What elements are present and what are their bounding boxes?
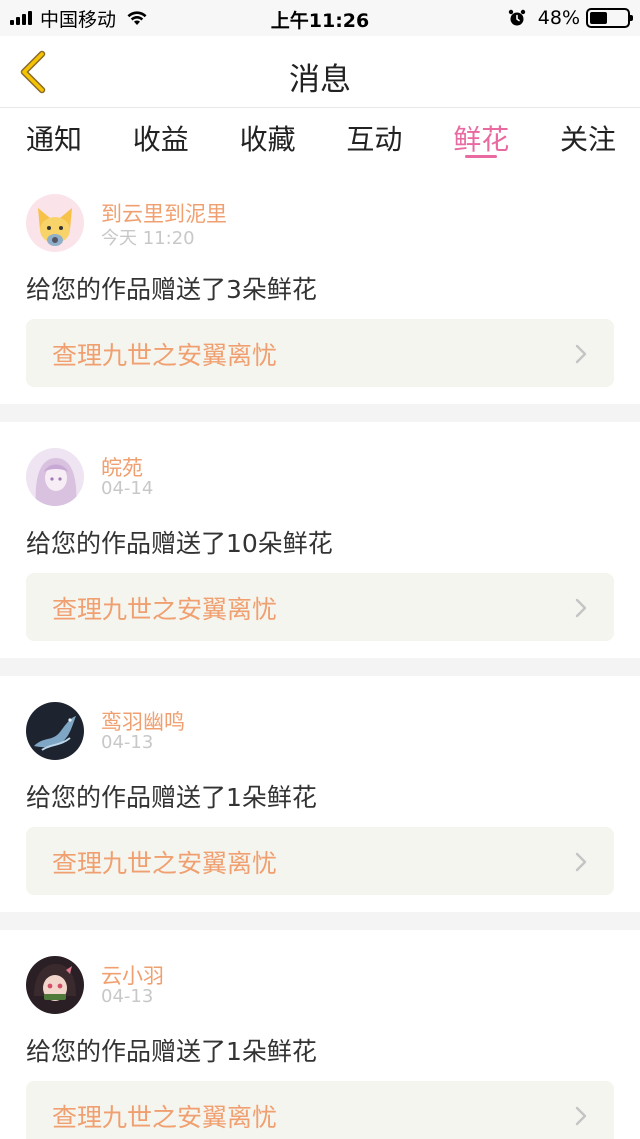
- avatar[interactable]: [26, 448, 84, 506]
- tab-bar: 通知 收益 收藏 互动 鲜花 关注: [0, 108, 640, 168]
- back-chevron-icon: [20, 50, 46, 94]
- tab-label: 互动: [346, 123, 403, 156]
- flower-message-list: 到云里到泥里 今天 11:20 给您的作品赠送了3朵鲜花 查理九世之安翼离忧 皖…: [0, 168, 640, 1139]
- gift-message: 给您的作品赠送了3朵鲜花: [26, 275, 317, 304]
- divider: [0, 912, 640, 930]
- list-item: 云小羽 04-13 给您的作品赠送了1朵鲜花 查理九世之安翼离忧: [0, 930, 640, 1139]
- work-title: 查理九世之安翼离忧: [52, 595, 278, 624]
- fox-avatar-icon: [26, 194, 84, 252]
- gift-message: 给您的作品赠送了1朵鲜花: [26, 783, 317, 812]
- divider: [0, 658, 640, 676]
- battery-icon: [586, 8, 633, 28]
- timestamp: 04-14: [101, 478, 154, 499]
- anime-character-avatar-icon: [26, 956, 84, 1014]
- work-link[interactable]: 查理九世之安翼离忧: [26, 319, 614, 387]
- chevron-right-icon: [575, 344, 587, 364]
- nav-bar: 消息: [0, 36, 640, 108]
- status-bar: 中国移动 上午11:26 48%: [0, 0, 640, 36]
- back-button[interactable]: [14, 50, 54, 94]
- chevron-right-icon: [575, 598, 587, 618]
- list-item: 鸾羽幽鸣 04-13 给您的作品赠送了1朵鲜花 查理九世之安翼离忧: [0, 676, 640, 912]
- gift-message: 给您的作品赠送了10朵鲜花: [26, 529, 333, 558]
- tab-label: 通知: [26, 123, 83, 156]
- timestamp: 04-13: [101, 986, 154, 1007]
- divider: [0, 404, 640, 422]
- tab-flowers[interactable]: 鲜花: [453, 108, 509, 168]
- tab-label: 关注: [559, 123, 616, 156]
- timestamp: 04-13: [101, 732, 154, 753]
- work-title: 查理九世之安翼离忧: [52, 341, 278, 370]
- tab-label: 鲜花: [453, 123, 510, 156]
- work-title: 查理九世之安翼离忧: [52, 849, 278, 878]
- dark-bird-avatar-icon: [26, 702, 84, 760]
- page-title: 消息: [289, 62, 351, 98]
- chevron-right-icon: [575, 1106, 587, 1126]
- anime-girl-avatar-icon: [26, 448, 84, 506]
- tab-earnings[interactable]: 收益: [133, 108, 189, 168]
- work-title: 查理九世之安翼离忧: [52, 1103, 278, 1132]
- work-link[interactable]: 查理九世之安翼离忧: [26, 827, 614, 895]
- work-link[interactable]: 查理九世之安翼离忧: [26, 573, 614, 641]
- list-item: 皖苑 04-14 给您的作品赠送了10朵鲜花 查理九世之安翼离忧: [0, 422, 640, 658]
- battery-percent: 48%: [537, 7, 580, 29]
- work-link[interactable]: 查理九世之安翼离忧: [26, 1081, 614, 1139]
- list-item: 到云里到泥里 今天 11:20 给您的作品赠送了3朵鲜花 查理九世之安翼离忧: [0, 168, 640, 404]
- tab-following[interactable]: 关注: [560, 108, 616, 168]
- tab-label: 收藏: [239, 123, 296, 156]
- tab-favorites[interactable]: 收藏: [240, 108, 296, 168]
- tab-notifications[interactable]: 通知: [26, 108, 82, 168]
- chevron-right-icon: [575, 852, 587, 872]
- avatar[interactable]: [26, 194, 84, 252]
- gift-message: 给您的作品赠送了1朵鲜花: [26, 1037, 317, 1066]
- tab-interactions[interactable]: 互动: [346, 108, 402, 168]
- status-right: 48%: [508, 7, 633, 29]
- tab-label: 收益: [132, 123, 189, 156]
- active-tab-indicator: [465, 155, 498, 158]
- alarm-clock-icon: [508, 9, 525, 26]
- avatar[interactable]: [26, 956, 84, 1014]
- avatar[interactable]: [26, 702, 84, 760]
- timestamp: 今天 11:20: [101, 228, 195, 249]
